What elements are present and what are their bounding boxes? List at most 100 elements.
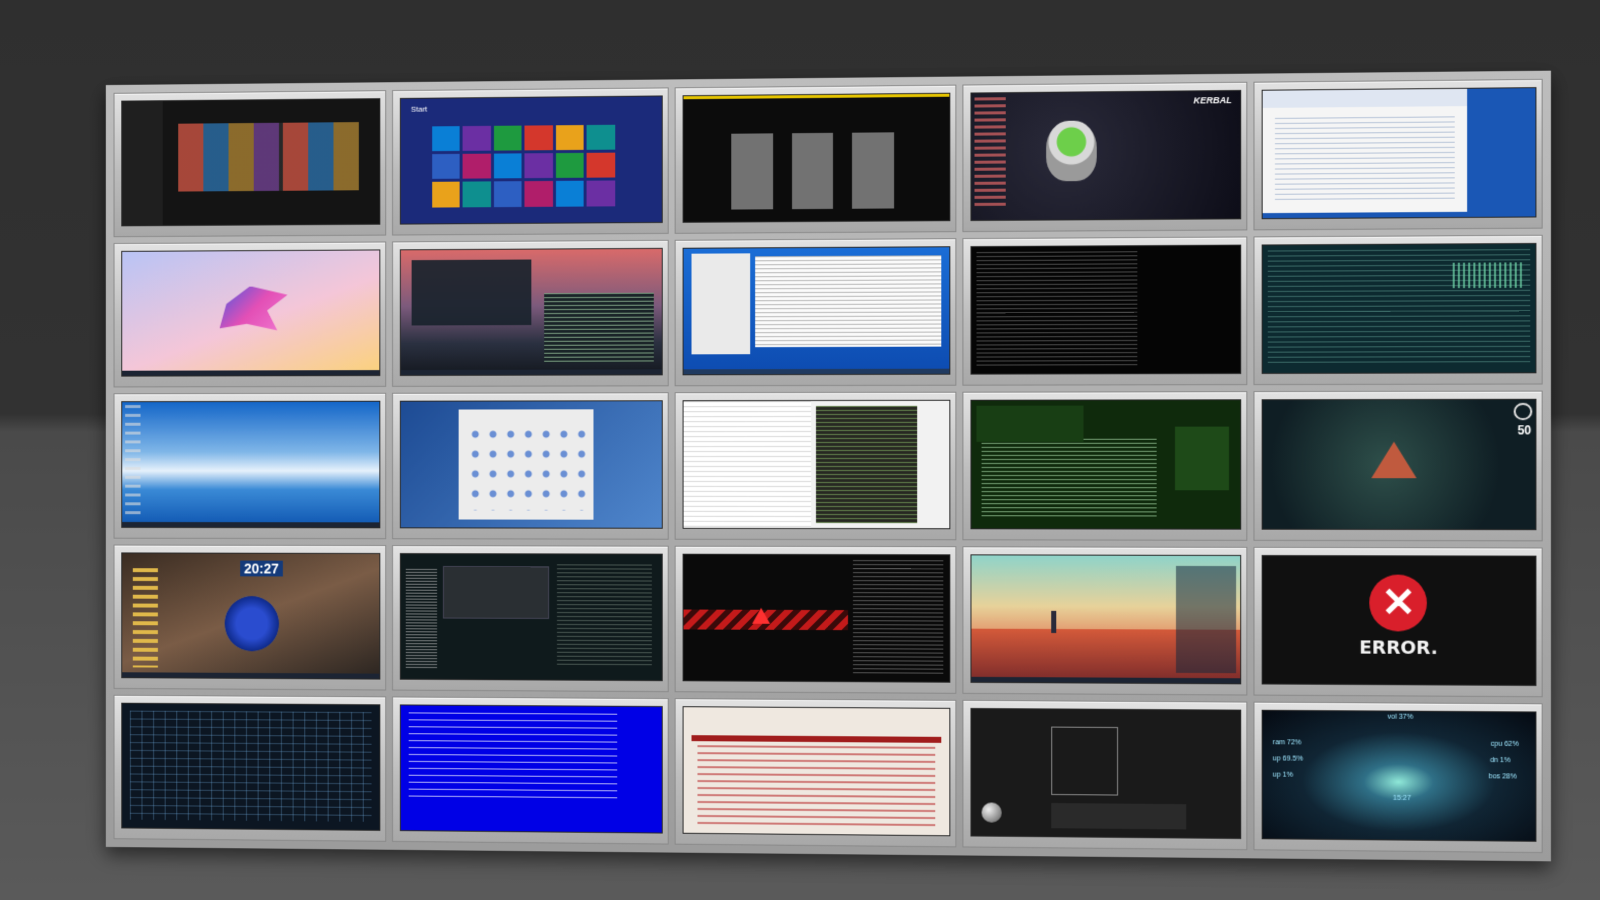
screen-dark-sound-visualizer[interactable] [400,552,664,681]
side-panel [1175,426,1230,490]
screen-windows-7-system-monitor[interactable] [682,246,950,376]
screen-macos-system-preferences[interactable] [400,400,664,529]
screen-kerbal-desktop[interactable]: KERBAL [970,89,1242,222]
browser-window [1262,88,1467,214]
error-x-icon: ✕ [1369,574,1428,632]
monitor-bezel [962,545,1248,696]
start-tile[interactable] [432,125,461,152]
system-preferences-window[interactable] [458,409,594,520]
screen-sci-fi-clock-desktop[interactable]: 20:27 [121,552,381,680]
start-tile[interactable] [524,153,553,179]
terminal-output [853,559,944,674]
screen-3d-modeling-software[interactable] [970,707,1242,840]
triangle-logo-icon [1371,441,1417,478]
forum-rows [697,744,936,829]
monitor-bezel [392,544,670,692]
map-panel [976,406,1084,442]
start-tile[interactable] [493,181,522,207]
monitor-bezel: 50 [1253,391,1543,541]
desktop-icons [974,97,1007,209]
dialog-window[interactable] [442,566,549,619]
start-tile[interactable] [462,181,491,208]
screen-file-explorer-code-editor[interactable] [682,400,950,529]
node-panel [1051,803,1186,830]
screen-3d-model-gallery[interactable] [682,92,950,224]
start-tile[interactable] [493,125,522,151]
taskbar [122,370,380,377]
start-tile[interactable] [432,153,461,180]
screen-browser-forum-blue[interactable] [1261,87,1537,220]
screen-media-streaming-dark[interactable] [121,98,381,227]
monitor-bezel: ✕ ERROR. [1253,546,1543,698]
start-tile[interactable] [555,152,584,179]
sidebar-panel [122,101,164,226]
screen-blue-screen-text[interactable] [400,704,664,834]
explorer-figure [1051,610,1057,634]
cpu-z-window[interactable] [691,253,750,355]
model-thumbnails [731,132,904,210]
screen-black-terminal[interactable] [970,244,1242,376]
screen-galaxy-stats-desktop[interactable]: ram 72% cpu 62% up 69.5% dn 1% up 1% bos… [1261,709,1537,842]
sidebar-widgets [1513,402,1533,420]
start-tile[interactable] [493,153,522,179]
monitor-bezel [675,545,956,694]
screen-windows-8-start[interactable]: Start [400,95,664,225]
desktop-icons [125,405,141,518]
start-tile[interactable] [432,182,461,208]
monitor-bezel [392,240,670,388]
monitor-bezel [1253,78,1543,231]
warning-icon [752,607,771,624]
start-tile[interactable] [555,124,584,151]
screen-linux-terminals-mountains[interactable] [400,248,664,377]
start-tile[interactable] [586,152,615,179]
hud-panels [129,710,372,823]
start-tiles [432,124,615,208]
kerbal-logo: KERBAL [1193,95,1232,106]
screen-abstract-gradient-art[interactable] [121,249,381,378]
code-editor[interactable] [815,406,917,523]
hexagon-widgets [1176,565,1236,673]
taskbar [122,521,380,527]
monitor-bezel [113,393,387,539]
monitor-bezel: 20:27 [113,544,387,691]
monitor-bezel [392,696,670,845]
start-tile[interactable] [462,153,491,180]
terminal-output [544,293,655,363]
screen-no-mans-sky-desktop[interactable] [970,553,1242,685]
terminal-window[interactable] [411,259,532,326]
forum-header [691,734,941,743]
wireframe-viewport [1051,727,1118,796]
screen-blue-hud-interface[interactable] [121,702,381,831]
monitor-bezel [392,392,670,540]
file-explorer[interactable] [683,401,811,528]
folder-icons [132,567,159,668]
screen-nebula-triangle-widgets[interactable]: 50 [1261,399,1537,530]
start-tile[interactable] [462,125,491,151]
widget-value: 50 [1517,423,1532,438]
monitor-bezel [675,238,956,387]
forum-header [1262,88,1467,108]
log-window[interactable] [755,255,941,347]
stat-up-top: up 69.5% [1272,755,1303,763]
screen-green-hacker-terminal[interactable] [970,399,1242,530]
stat-dn: dn 1% [1490,756,1511,765]
start-tile[interactable] [586,180,615,207]
taskbar [401,369,663,376]
start-tile[interactable] [586,124,615,150]
start-tile[interactable] [555,181,584,207]
preference-icons [466,424,586,511]
screen-red-forum-browser[interactable] [682,705,950,837]
kerbal-astronaut-icon [1045,120,1097,182]
start-tile[interactable] [524,125,553,151]
monitor-bezel [675,84,956,235]
material-sphere-icon [981,802,1002,823]
stat-time: 15:27 [1393,794,1412,802]
start-tile[interactable] [524,181,553,207]
screen-error[interactable]: ✕ ERROR. [1261,554,1537,686]
screen-teal-terminal-dashboard[interactable] [1261,243,1537,375]
terminal-output [557,564,652,665]
screen-red-warning-terminal[interactable] [682,553,950,683]
monitor-bezel [113,90,387,238]
screen-lake-wallpaper-desktop[interactable] [121,401,381,528]
monitor-bezel [962,236,1248,387]
